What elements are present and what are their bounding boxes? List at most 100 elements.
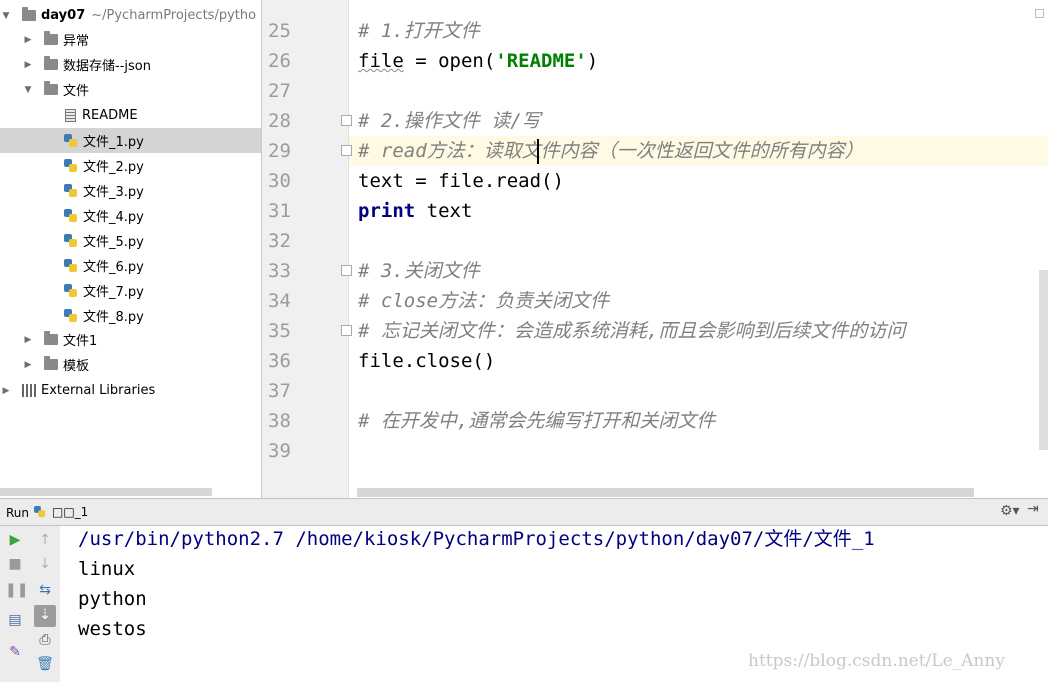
editor-horizontal-scrollbar[interactable] xyxy=(357,488,974,497)
code-line: # 2.操作文件 读/写 xyxy=(358,110,541,132)
print-icon[interactable]: ⎙ xyxy=(35,630,55,650)
project-root-name: day07 xyxy=(41,8,86,23)
rerun-icon[interactable]: ▶ xyxy=(5,530,25,550)
python-file-icon xyxy=(34,506,46,518)
minimize-icon[interactable]: ⇥ xyxy=(1027,501,1039,517)
python-file-icon xyxy=(64,233,78,248)
tree-item-folder[interactable]: ▶ 文件1 xyxy=(0,327,261,352)
scroll-to-end-icon[interactable]: ⇣ xyxy=(34,605,56,627)
arrow-down-icon[interactable]: ↓ xyxy=(35,554,55,574)
chevron-right-icon[interactable]: ▶ xyxy=(0,386,12,396)
watermark: https://blog.csdn.net/Le_Anny xyxy=(748,651,1005,671)
tree-item-file[interactable]: 文件_2.py xyxy=(0,153,261,178)
line-number: 38 xyxy=(268,410,291,432)
chevron-right-icon[interactable]: ▶ xyxy=(22,360,34,370)
tree-item-file[interactable]: 文件_3.py xyxy=(0,178,261,203)
tree-item-file[interactable]: 文件_7.py xyxy=(0,278,261,303)
folder-icon xyxy=(44,356,58,370)
project-root[interactable]: ▼ day07 ~/PycharmProjects/pytho xyxy=(0,3,261,28)
tree-item-folder[interactable]: ▶ 异常 xyxy=(0,27,261,52)
line-number: 30 xyxy=(268,170,291,192)
pause-icon[interactable]: ❚❚ xyxy=(5,580,28,600)
tree-item-file[interactable]: 文件_4.py xyxy=(0,203,261,228)
line-number: 27 xyxy=(268,80,291,102)
python-file-icon xyxy=(64,208,78,223)
tree-item-folder[interactable]: ▶ 模板 xyxy=(0,352,261,377)
tree-item-external-libraries[interactable]: ▶ External Libraries xyxy=(0,378,261,403)
tree-item-label: 文件 xyxy=(63,84,90,99)
layout-icon[interactable]: ▤ xyxy=(5,610,25,630)
code-string: 'README' xyxy=(495,50,587,72)
folder-icon xyxy=(44,56,58,70)
tree-item-label: 文件_8.py xyxy=(83,310,144,325)
fold-marker-icon[interactable] xyxy=(341,325,352,336)
python-file-icon xyxy=(64,258,78,273)
line-number: 28 xyxy=(268,110,291,132)
code-line: # 忘记关闭文件：会造成系统消耗,而且会影响到后续文件的访问 xyxy=(358,320,906,342)
line-number: 39 xyxy=(268,440,291,462)
line-number: 33 xyxy=(268,260,291,282)
tree-item-label: 文件_1.py xyxy=(83,135,144,150)
run-label: Run xyxy=(6,506,30,520)
code-token: text xyxy=(415,200,473,222)
code-keyword: print xyxy=(358,200,416,222)
fold-marker-icon[interactable] xyxy=(341,265,352,276)
tree-item-file[interactable]: README xyxy=(0,103,261,128)
pin-icon[interactable]: ✎ xyxy=(5,642,25,662)
project-horizontal-scrollbar[interactable] xyxy=(0,488,212,496)
run-tab-label: □□_1 xyxy=(52,505,89,519)
line-number: 35 xyxy=(268,320,291,342)
tree-item-file[interactable]: 文件_6.py xyxy=(0,253,261,278)
chevron-down-icon[interactable]: ▼ xyxy=(0,11,12,21)
tree-item-file-selected[interactable]: 文件_1.py xyxy=(0,128,261,153)
project-root-path: ~/PycharmProjects/pytho xyxy=(91,8,257,23)
line-number: 25 xyxy=(268,20,291,42)
code-token: = open( xyxy=(403,50,496,72)
chevron-right-icon[interactable]: ▶ xyxy=(22,60,34,70)
console-output-line: westos xyxy=(78,618,147,640)
python-file-icon xyxy=(64,183,78,198)
line-number: 31 xyxy=(268,200,291,222)
chevron-right-icon[interactable]: ▶ xyxy=(22,335,34,345)
tree-item-file[interactable]: 文件_8.py xyxy=(0,303,261,328)
editor-status-marker[interactable] xyxy=(1035,9,1044,18)
code-line: text = file.read() xyxy=(358,170,564,192)
line-number: 37 xyxy=(268,380,291,402)
gear-icon[interactable]: ⚙▾ xyxy=(1000,503,1020,519)
trash-icon[interactable]: 🗑 xyxy=(35,654,55,674)
tree-item-folder[interactable]: ▶ 数据存储--json xyxy=(0,52,261,77)
console-output-line: python xyxy=(78,588,147,610)
chevron-down-icon[interactable]: ▼ xyxy=(22,85,34,95)
console-output-line: linux xyxy=(78,558,136,580)
folder-icon xyxy=(44,81,58,95)
text-caret xyxy=(537,139,539,164)
editor-vertical-scrollbar[interactable] xyxy=(1039,270,1048,450)
tree-item-folder[interactable]: ▼ 文件 xyxy=(0,77,261,102)
tree-item-label: 文件_6.py xyxy=(83,260,144,275)
code-line: # close方法：负责关闭文件 xyxy=(358,290,610,312)
text-file-icon xyxy=(65,109,76,122)
run-tab[interactable]: □□_1 xyxy=(33,505,88,519)
tree-item-label: 数据存储--json xyxy=(63,59,151,74)
python-file-icon xyxy=(64,158,78,173)
tree-item-label: 文件1 xyxy=(63,334,98,349)
tree-item-label: 文件_4.py xyxy=(83,210,144,225)
line-number: 36 xyxy=(268,350,291,372)
chevron-right-icon[interactable]: ▶ xyxy=(22,35,34,45)
library-icon xyxy=(22,384,36,397)
fold-marker-icon[interactable] xyxy=(341,115,352,126)
tree-item-file[interactable]: 文件_5.py xyxy=(0,228,261,253)
tree-item-label: External Libraries xyxy=(41,383,156,398)
code-line: # 在开发中,通常会先编写打开和关闭文件 xyxy=(358,410,716,432)
code-line: file.close() xyxy=(358,350,496,372)
folder-icon xyxy=(44,331,58,345)
arrow-up-icon[interactable]: ↑ xyxy=(35,530,55,550)
fold-marker-icon[interactable] xyxy=(341,145,352,156)
folder-icon xyxy=(22,7,36,21)
stop-icon[interactable]: ■ xyxy=(5,554,25,574)
run-panel-header: Run □□_1 ⚙▾ ⇥ xyxy=(0,498,1048,526)
tree-item-label: README xyxy=(82,108,138,123)
tree-item-label: 异常 xyxy=(63,34,90,49)
tree-item-label: 文件_7.py xyxy=(83,285,144,300)
soft-wrap-icon[interactable]: ⇆ xyxy=(35,580,55,600)
